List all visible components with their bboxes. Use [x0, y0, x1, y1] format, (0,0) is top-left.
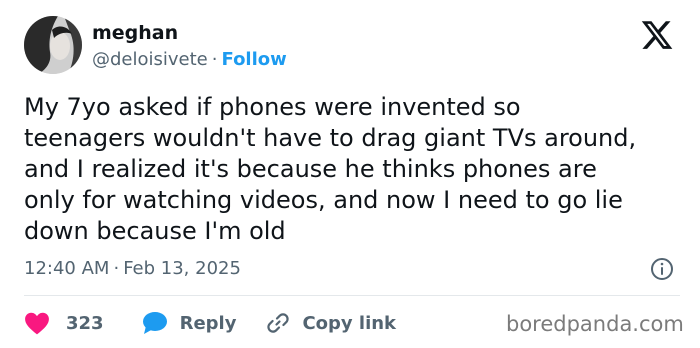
- user-name[interactable]: meghan: [92, 22, 178, 44]
- handle-line: @deloisivete · Follow: [92, 49, 287, 70]
- like-count: 323: [66, 312, 104, 334]
- avatar-image: [24, 16, 82, 74]
- copy-link-button[interactable]: Copy link: [266, 311, 396, 335]
- separator-dot: ·: [211, 49, 218, 70]
- tweet-line: My 7yo asked if phones were invented so: [24, 93, 521, 121]
- like-button[interactable]: 323: [24, 311, 104, 335]
- watermark-text: boredpanda.com: [506, 312, 684, 336]
- reply-label: Reply: [179, 312, 237, 334]
- action-bar: 323 Reply Copy link: [24, 310, 396, 336]
- timestamp[interactable]: 12:40 AM · Feb 13, 2025: [24, 258, 241, 279]
- x-logo-icon[interactable]: [640, 18, 674, 52]
- reply-button[interactable]: Reply: [142, 311, 237, 335]
- user-handle[interactable]: @deloisivete: [92, 49, 208, 70]
- tweet-line: teenagers wouldn't have to drag giant TV…: [24, 124, 637, 152]
- heart-icon: [25, 312, 49, 335]
- separator-dot: ·: [113, 258, 120, 279]
- avatar[interactable]: [24, 16, 82, 74]
- tweet-text: My 7yo asked if phones were invented so …: [24, 92, 684, 247]
- reply-bubble-icon: [142, 312, 167, 334]
- follow-button[interactable]: Follow: [222, 49, 287, 70]
- tweet-line: only for watching videos, and now I need…: [24, 186, 623, 214]
- tweet-line: down because I'm old: [24, 217, 286, 245]
- info-icon[interactable]: [650, 257, 674, 281]
- link-icon: [267, 313, 290, 333]
- tweet-time: 12:40 AM: [24, 258, 110, 279]
- tweet-date: Feb 13, 2025: [123, 258, 241, 279]
- divider: [24, 295, 680, 296]
- copy-link-label: Copy link: [302, 312, 397, 334]
- tweet-line: and I realized it's because he thinks ph…: [24, 155, 597, 183]
